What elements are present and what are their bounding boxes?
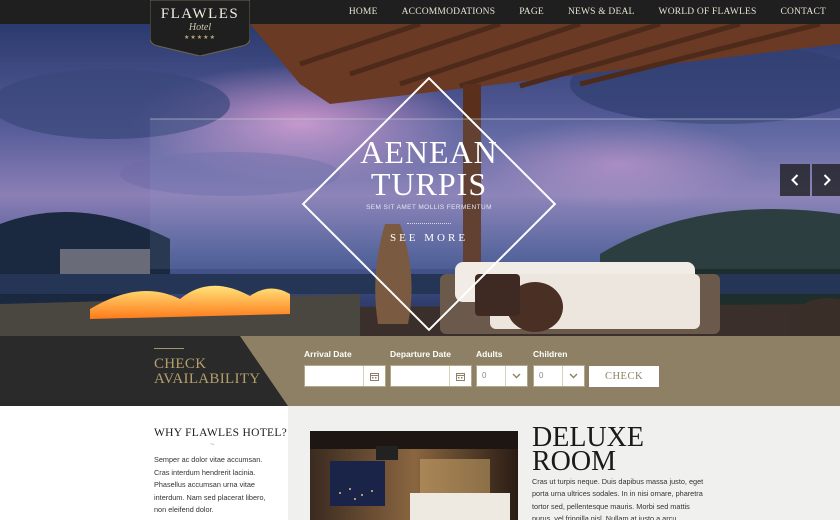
hero-slider: AENEAN TURPIS SEM SIT AMET MOLLIS FERMEN… — [0, 24, 840, 336]
logo[interactable]: FLAWLES Hotel ★★★★★ — [150, 0, 250, 56]
children-dropdown-button[interactable] — [562, 366, 584, 386]
children-label: Children — [533, 349, 568, 359]
departure-date-input[interactable] — [390, 365, 472, 387]
nav-news-deal[interactable]: NEWS & DEAL — [556, 0, 647, 24]
nav-page[interactable]: PAGE — [507, 0, 556, 24]
children-value: 0 — [539, 371, 544, 380]
slider-prev-button[interactable] — [780, 164, 810, 196]
departure-calendar-button[interactable] — [449, 366, 471, 386]
nav-menu: HOME ACCOMMODATIONS PAGE NEWS & DEAL WOR… — [337, 0, 840, 24]
chevron-down-icon — [512, 373, 521, 379]
check-button[interactable]: CHECK — [589, 366, 659, 387]
arrival-date-label: Arrival Date — [304, 349, 352, 359]
see-more-button[interactable]: SEE MORE — [299, 232, 559, 244]
booking-bar: CHECK AVAILABILITY Arrival Date Departur… — [0, 336, 840, 406]
departure-date-label: Departure Date — [390, 349, 451, 359]
hero-divider — [407, 223, 451, 224]
room-description: Cras ut turpis neque. Duis dapibus massa… — [532, 477, 704, 520]
hero-title: AENEAN TURPIS — [360, 134, 498, 202]
room-title: DELUXE ROOM — [532, 422, 644, 477]
adults-dropdown-button[interactable] — [505, 366, 527, 386]
check-divider — [154, 348, 184, 349]
logo-subtitle: Hotel — [188, 22, 212, 33]
nav-accommodations[interactable]: ACCOMMODATIONS — [390, 0, 508, 24]
calendar-icon — [370, 372, 379, 381]
top-navigation: HOME ACCOMMODATIONS PAGE NEWS & DEAL WOR… — [0, 0, 840, 24]
why-separator-ornament: ~ — [210, 440, 215, 449]
nav-contact[interactable]: CONTACT — [769, 0, 840, 24]
deluxe-room-image[interactable] — [310, 431, 518, 520]
adults-label: Adults — [476, 349, 503, 359]
check-availability-title: CHECK AVAILABILITY — [154, 356, 261, 387]
chevron-down-icon — [569, 373, 578, 379]
nav-home[interactable]: HOME — [337, 0, 390, 24]
arrival-calendar-button[interactable] — [363, 366, 385, 386]
children-select[interactable]: 0 — [533, 365, 585, 387]
why-title: WHY FLAWLES HOTEL? — [154, 427, 288, 439]
chevron-right-icon — [823, 174, 831, 186]
chevron-left-icon — [791, 174, 799, 186]
logo-stars: ★★★★★ — [184, 35, 216, 41]
slider-next-button[interactable] — [812, 164, 840, 196]
adults-value: 0 — [482, 371, 487, 380]
hero-subtitle: SEM SIT AMET MOLLIS FERMENTUM — [366, 204, 492, 211]
nav-world-of-flawles[interactable]: WORLD OF FLAWLES — [647, 0, 769, 24]
why-text: Semper ac dolor vitae accumsan. Cras int… — [154, 455, 266, 514]
content-section: WHY FLAWLES HOTEL? ~ Semper ac dolor vit… — [0, 406, 840, 520]
adults-select[interactable]: 0 — [476, 365, 528, 387]
calendar-icon — [456, 372, 465, 381]
logo-title: FLAWLES — [160, 6, 240, 22]
arrival-date-input[interactable] — [304, 365, 386, 387]
